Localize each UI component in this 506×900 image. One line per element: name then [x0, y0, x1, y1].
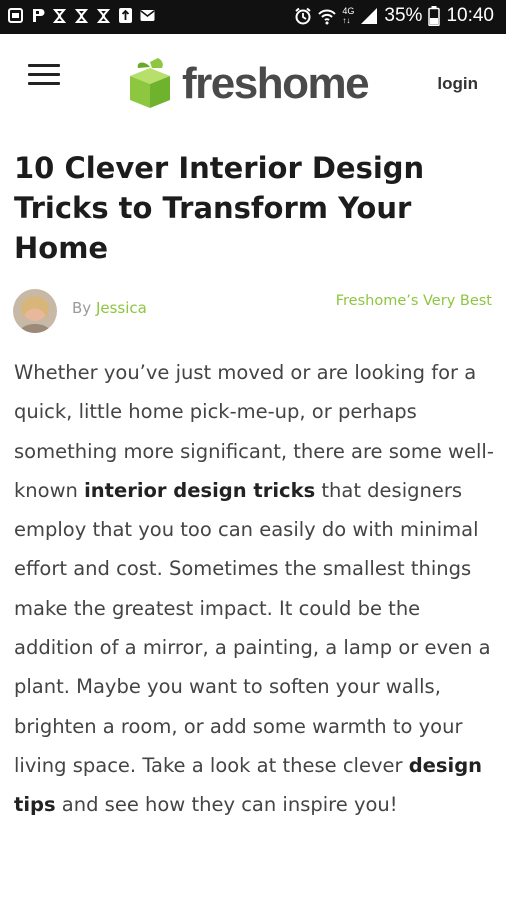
by-label: By — [72, 299, 92, 317]
article-meta: By Jessica Freshome’s Very Best — [0, 285, 506, 335]
logo-text: freshome — [182, 59, 370, 108]
gallery-icon — [8, 8, 23, 23]
login-link[interactable]: login — [437, 74, 478, 94]
battery-percent: 35% — [384, 5, 423, 26]
status-bar: 4G ↑↓ 35% 10:40 — [0, 0, 506, 34]
tv-icon — [96, 9, 111, 23]
author-avatar[interactable] — [13, 289, 57, 333]
network-4g-icon: 4G ↑↓ — [342, 6, 355, 26]
mail-icon — [140, 10, 155, 21]
system-status: 4G ↑↓ 35% 10:40 — [294, 5, 494, 27]
pin-icon — [33, 9, 45, 22]
interior-design-tricks-link[interactable]: interior design tricks — [84, 479, 315, 502]
clock-time: 10:40 — [446, 5, 494, 26]
author-link[interactable]: Jessica — [96, 299, 147, 317]
wifi-icon — [318, 9, 337, 25]
freshome-logo[interactable]: freshome — [122, 54, 370, 114]
body-text-2: that designers employ that you too can e… — [14, 478, 491, 777]
tv-icon — [74, 9, 89, 23]
alarm-icon — [295, 7, 312, 25]
byline: By Jessica — [72, 299, 147, 317]
usb-icon — [119, 8, 132, 23]
article-body: Whether you’ve just moved or are looking… — [14, 353, 498, 825]
signal-icon — [361, 8, 378, 24]
category-link[interactable]: Freshome’s Very Best — [336, 293, 492, 309]
tv-icon — [52, 9, 67, 23]
hamburger-menu-icon[interactable] — [28, 64, 60, 86]
battery-icon — [428, 6, 441, 26]
body-text-3: and see how they can inspire you! — [61, 793, 398, 817]
cube-logo-icon — [130, 58, 170, 108]
notification-icons — [8, 7, 155, 24]
article-title: 10 Clever Interior Design Tricks to Tran… — [14, 151, 425, 265]
app-header: freshome login — [0, 34, 506, 134]
